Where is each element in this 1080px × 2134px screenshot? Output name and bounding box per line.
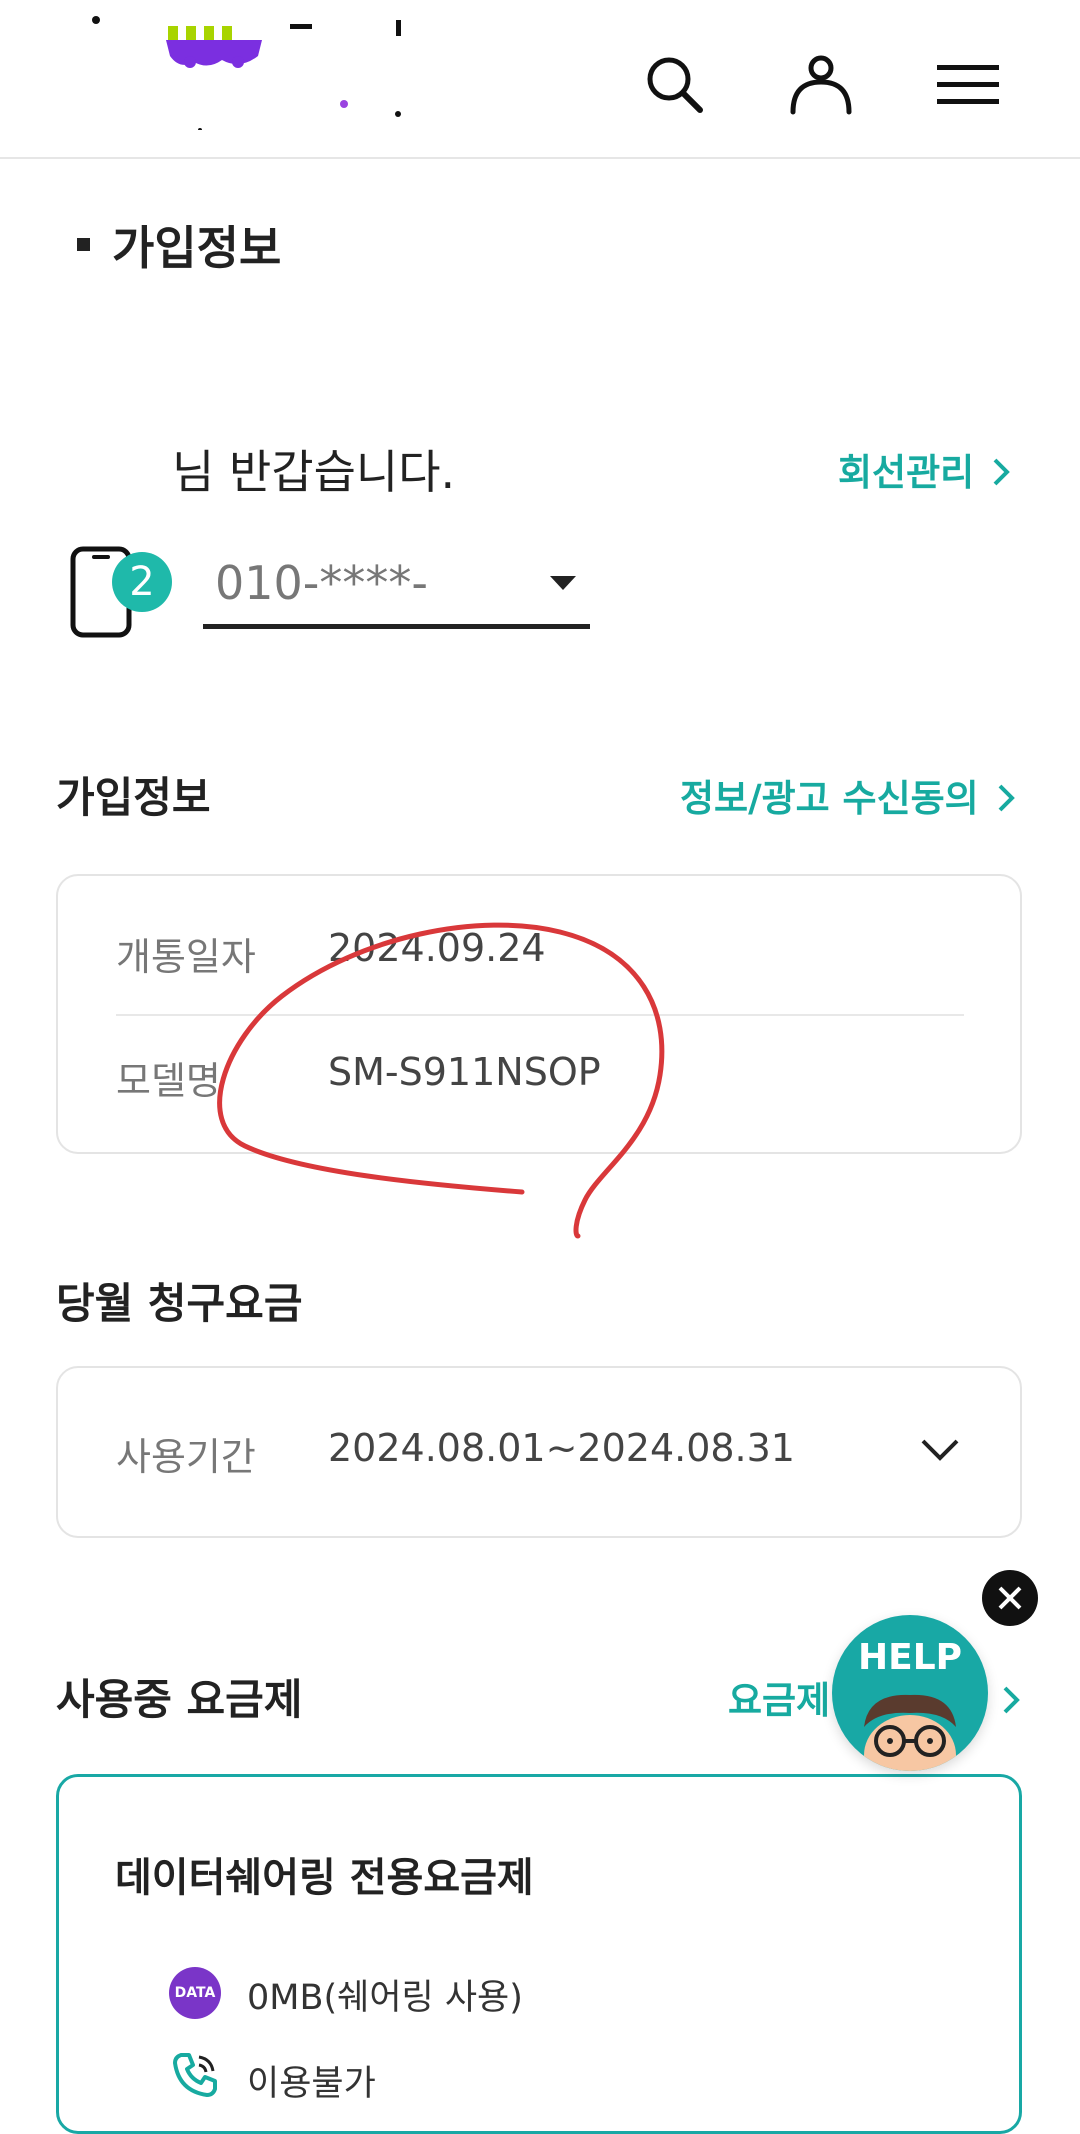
help-chatbot-button[interactable]: HELP [832, 1615, 988, 1771]
chevron-right-icon [1002, 1681, 1020, 1724]
period-value: 2024.08.01~2024.08.31 [328, 1426, 795, 1470]
close-help-button[interactable] [982, 1570, 1038, 1626]
voice-allowance: 이용불가 [247, 2064, 376, 2104]
data-icon: DATA [169, 1967, 221, 2019]
data-allowance: 0MB(쉐어링 사용) [247, 1978, 523, 2018]
plan-name: 데이터쉐어링 전용요금제 [115, 1855, 534, 1901]
data-icon-label: DATA [174, 1985, 216, 2001]
close-icon [998, 1586, 1022, 1610]
help-mascot-face [864, 1694, 956, 1771]
period-label: 사용기간 [116, 1435, 256, 1479]
plan-card[interactable]: 데이터쉐어링 전용요금제 DATA 0MB(쉐어링 사용) 이용불가 [56, 1774, 1022, 2134]
billing-period-card[interactable]: 사용기간 2024.08.01~2024.08.31 [56, 1366, 1022, 1538]
plan-change-label: 요금제 [728, 1679, 831, 1722]
billing-section-title: 당월 청구요금 [56, 1279, 303, 1328]
chevron-down-icon[interactable] [920, 1438, 960, 1466]
phone-call-icon [169, 2049, 221, 2105]
plan-section-title: 사용중 요금제 [56, 1675, 303, 1724]
